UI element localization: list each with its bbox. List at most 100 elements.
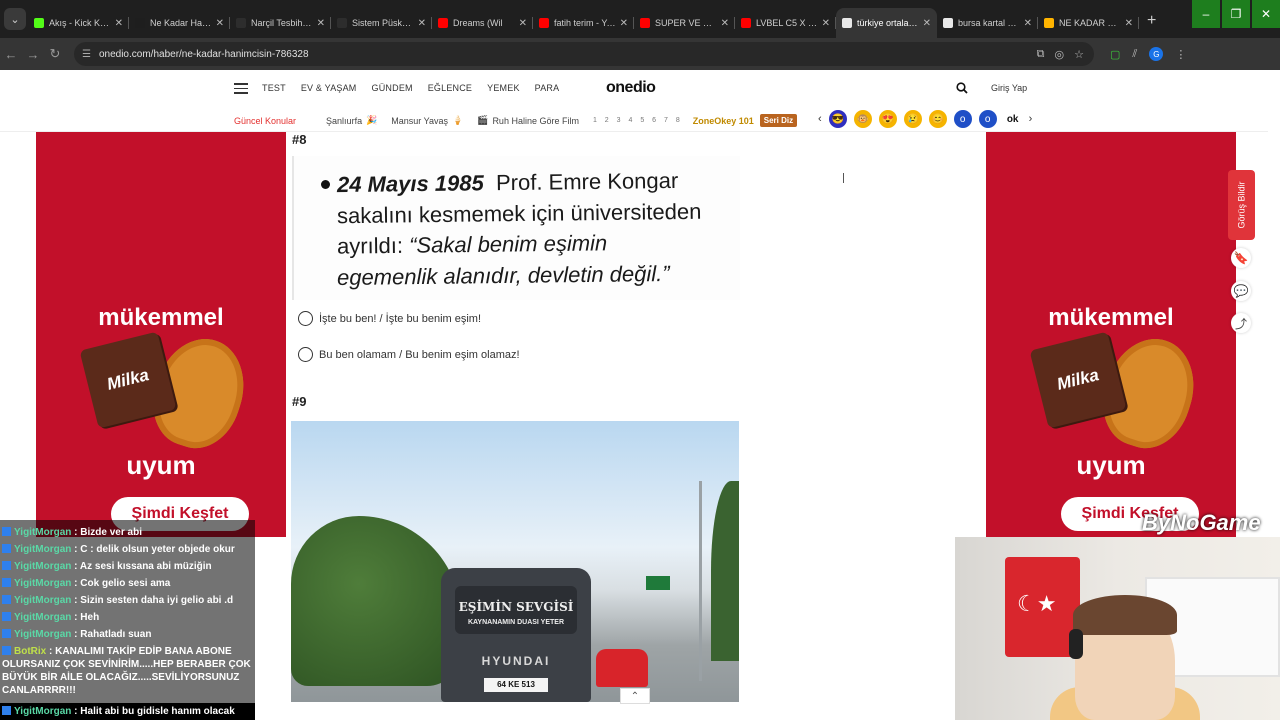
tab-title: Sistem Püsküllü	[352, 18, 414, 28]
monkey-emoji-icon[interactable]: 🐵	[853, 110, 872, 128]
seri-diz-badge[interactable]: Seri Diz	[759, 114, 798, 127]
chat-latest-message: YigitMorgan : Halit abi bu gidisle hanım…	[0, 703, 255, 720]
search-icon[interactable]	[956, 82, 968, 94]
tab-close-icon[interactable]: ✕	[1024, 18, 1032, 29]
answer-label: Bu ben olamam / Bu benim eşim olamaz!	[319, 348, 520, 361]
nav-gundem[interactable]: GÜNDEM	[372, 83, 413, 93]
chat-badge-icon	[2, 646, 11, 655]
trees-shape	[291, 516, 461, 686]
browser-tab[interactable]: bursa kartal yuva ✕	[937, 8, 1038, 38]
chat-badge-icon	[2, 706, 11, 715]
sudoku-numbers-icon[interactable]: 1 2 3 4 5 6 7 8	[593, 117, 683, 124]
answer-option[interactable]: Bu ben olamam / Bu benim eşim olamaz!	[298, 347, 520, 362]
browser-tab[interactable]: Akış - Kick Kontrol ✕	[28, 8, 129, 38]
tab-close-icon[interactable]: ✕	[822, 18, 830, 29]
cool-emoji-icon[interactable]: 😎	[828, 110, 847, 128]
site-logo[interactable]: onedio	[606, 79, 656, 97]
topic-mansur-yavas[interactable]: Mansur Yavaş 🍦	[391, 115, 463, 126]
ad-tagline: uyum	[1076, 450, 1146, 480]
back-arrow-icon[interactable]: ←	[0, 47, 22, 62]
tab-close-icon[interactable]: ✕	[115, 18, 123, 29]
feedback-button[interactable]: Görüş Bildir	[1228, 170, 1255, 240]
browser-tab[interactable]: Ne Kadar Hanımcısın? ✕	[129, 8, 230, 38]
install-app-icon[interactable]: ⧉	[1037, 48, 1045, 61]
bookmark-icon[interactable]: 🔖	[1231, 248, 1251, 268]
browser-tab[interactable]: Narçil Tesbih, Abi ✕	[230, 8, 331, 38]
chat-username: YigitMorgan	[14, 578, 72, 589]
ok-logo-icon[interactable]: ok	[1004, 110, 1022, 128]
browser-tab[interactable]: Sistem Püsküllü ✕	[331, 8, 432, 38]
share-icon[interactable]: ⤴	[1231, 313, 1251, 333]
eye-off-icon[interactable]: ◎	[1055, 48, 1065, 61]
tab-favicon-icon	[135, 18, 145, 28]
browser-tab[interactable]: türkiye ortalama ✕	[836, 8, 937, 38]
tab-favicon-icon	[741, 18, 751, 28]
login-link[interactable]: Giriş Yap	[991, 83, 1027, 93]
tab-close-icon[interactable]: ✕	[620, 18, 628, 29]
onedio-badge-icon[interactable]: o	[953, 110, 972, 128]
nav-yemek[interactable]: YEMEK	[487, 83, 520, 93]
browser-tab[interactable]: SUPER VE Tİ EKR ✕	[634, 8, 735, 38]
menu-kebab-icon[interactable]: ⋮	[1175, 48, 1186, 61]
tab-close-icon[interactable]: ✕	[418, 18, 426, 29]
chat-message: YigitMorgan : Rahatladı suan	[0, 626, 255, 643]
nav-para[interactable]: PARA	[535, 83, 560, 93]
topic-sanliurfa[interactable]: Şanlıurfa 🎉	[326, 115, 377, 126]
forward-arrow-icon[interactable]: →	[22, 47, 44, 62]
browser-tab[interactable]: fatih terim - YouT ✕	[533, 8, 634, 38]
smile-emoji-icon[interactable]: 😊	[928, 110, 947, 128]
quote-line3b: “Sakal benim eşimin	[408, 230, 608, 258]
tab-search-chevron-icon[interactable]: ⌄	[4, 8, 26, 30]
quote-line1: Prof. Emre Kongar	[495, 167, 679, 196]
chat-badge-icon	[2, 527, 11, 536]
topic-ruh-haline-gore-film[interactable]: 🎬 Ruh Haline Göre Film	[477, 115, 579, 126]
tab-close-icon[interactable]: ✕	[721, 18, 729, 29]
site-info-icon[interactable]: ☰	[82, 49, 91, 60]
url-field[interactable]: ☰ onedio.com/haber/ne-kadar-hanimcisin-7…	[74, 42, 1094, 66]
zoneokey-link[interactable]: ZoneOkey 101	[693, 116, 754, 126]
onedio-circle-icon[interactable]: o	[978, 110, 997, 128]
sad-emoji-icon[interactable]: 😢	[903, 110, 922, 128]
new-tab-plus-icon[interactable]: +	[1147, 12, 1156, 30]
tab-close-icon[interactable]: ✕	[923, 18, 931, 29]
profile-avatar[interactable]: G	[1149, 47, 1164, 61]
tab-close-icon[interactable]: ✕	[519, 18, 527, 29]
extension-icon[interactable]: ▢	[1110, 48, 1120, 61]
reload-icon[interactable]: ↻	[44, 46, 66, 62]
quote-line2: sakalını kesmemek için üniversiteden	[336, 198, 702, 229]
streamer-brand-logo: ByNoGame	[1142, 510, 1261, 535]
chat-message: YigitMorgan : Heh	[0, 609, 255, 626]
heart-eyes-emoji-icon[interactable]: 😍	[878, 110, 897, 128]
browser-tab[interactable]: NE KADAR HANIM ✕	[1038, 8, 1139, 38]
hamburger-menu-icon[interactable]	[234, 80, 248, 97]
maximize-icon[interactable]: ❐	[1222, 0, 1250, 28]
close-window-icon[interactable]: ✕	[1252, 0, 1280, 28]
nav-eglence[interactable]: EĞLENCE	[428, 83, 472, 93]
chat-message: YigitMorgan : Sizin sesten daha iyi geli…	[0, 592, 255, 609]
radio-icon[interactable]	[298, 347, 313, 362]
left-ad-banner[interactable]: mükemmel Milka uyum Şimdi Keşfet	[36, 132, 286, 537]
browser-tab[interactable]: LVBEL C5 X BATU ✕	[735, 8, 836, 38]
comment-icon[interactable]: 💬	[1231, 281, 1251, 301]
right-ad-banner[interactable]: mükemmel Milka uyum Şimdi Keşfet	[986, 132, 1236, 537]
radio-icon[interactable]	[298, 311, 313, 326]
tab-close-icon[interactable]: ✕	[216, 18, 224, 29]
chat-username: YigitMorgan	[14, 561, 72, 572]
feedback-label: Görüş Bildir	[1236, 181, 1247, 229]
sidebar-icon[interactable]: ⫽	[1132, 48, 1137, 61]
minimize-icon[interactable]: –	[1192, 0, 1220, 28]
main-nav: TEST EV & YAŞAM GÜNDEM EĞLENCE YEMEK PAR…	[234, 80, 574, 97]
nav-ev-yasam[interactable]: EV & YAŞAM	[301, 83, 357, 93]
chevron-right-icon[interactable]: ›	[1029, 113, 1033, 125]
chat-badge-icon	[2, 561, 11, 570]
tab-title: fatih terim - YouT	[554, 18, 616, 28]
answer-option[interactable]: İşte bu ben! / İşte bu benim eşim!	[298, 311, 481, 326]
browser-tab[interactable]: Dreams (Wil ✕	[432, 8, 533, 38]
scroll-up-chevron-icon[interactable]: ⌃	[620, 688, 650, 704]
tab-close-icon[interactable]: ✕	[317, 18, 325, 29]
tab-close-icon[interactable]: ✕	[1125, 18, 1133, 29]
headset	[1069, 629, 1083, 659]
nav-test[interactable]: TEST	[262, 83, 286, 93]
bookmark-star-icon[interactable]: ☆	[1074, 48, 1084, 61]
chevron-left-icon[interactable]: ‹	[818, 113, 822, 125]
